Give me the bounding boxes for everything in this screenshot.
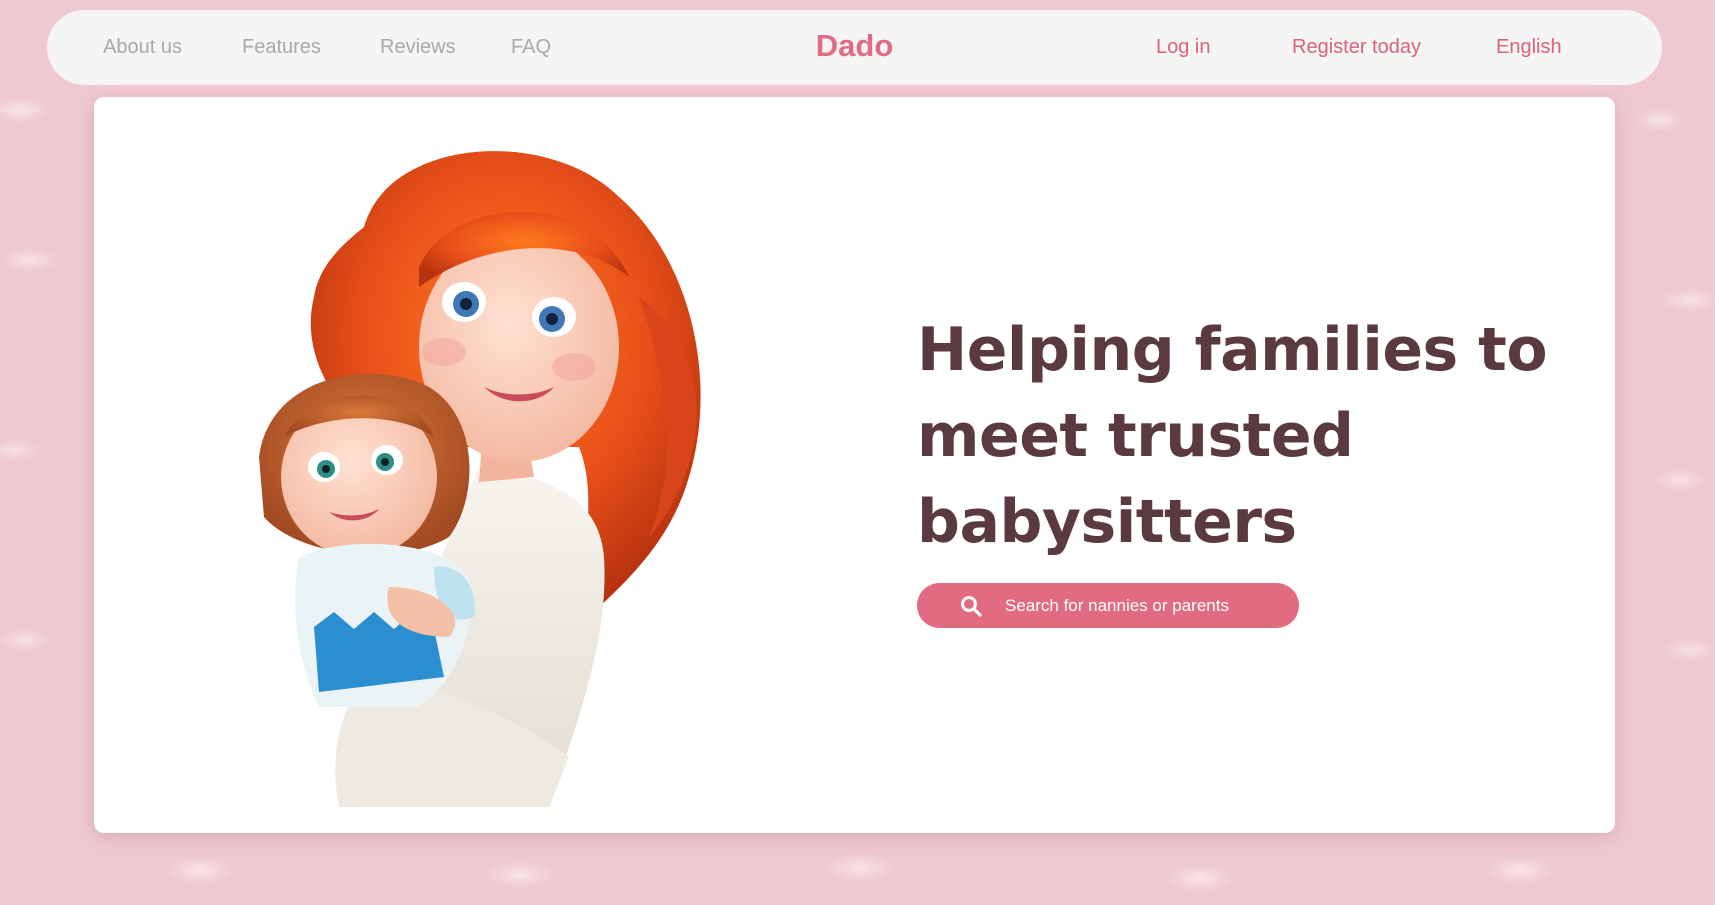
hero-card: Helping families to meet trusted babysit… xyxy=(94,97,1615,833)
hero-headline: Helping families to meet trusted babysit… xyxy=(917,315,1548,557)
site-logo[interactable]: Dado xyxy=(816,28,894,63)
nav-link-features[interactable]: Features xyxy=(242,10,321,85)
login-link[interactable]: Log in xyxy=(1156,10,1211,85)
language-selector[interactable]: English xyxy=(1496,10,1562,85)
search-button-label: Search for nannies or parents xyxy=(1005,595,1229,615)
top-navbar: About us Features Reviews FAQ Dado Log i… xyxy=(47,10,1662,85)
nav-link-about-us[interactable]: About us xyxy=(103,10,182,85)
nav-link-faq[interactable]: FAQ xyxy=(511,10,551,85)
register-link[interactable]: Register today xyxy=(1292,10,1421,85)
search-button[interactable]: Search for nannies or parents xyxy=(917,583,1299,628)
nav-link-reviews[interactable]: Reviews xyxy=(380,10,456,85)
search-icon xyxy=(961,595,982,617)
mother-and-daughter-illustration xyxy=(259,151,701,807)
